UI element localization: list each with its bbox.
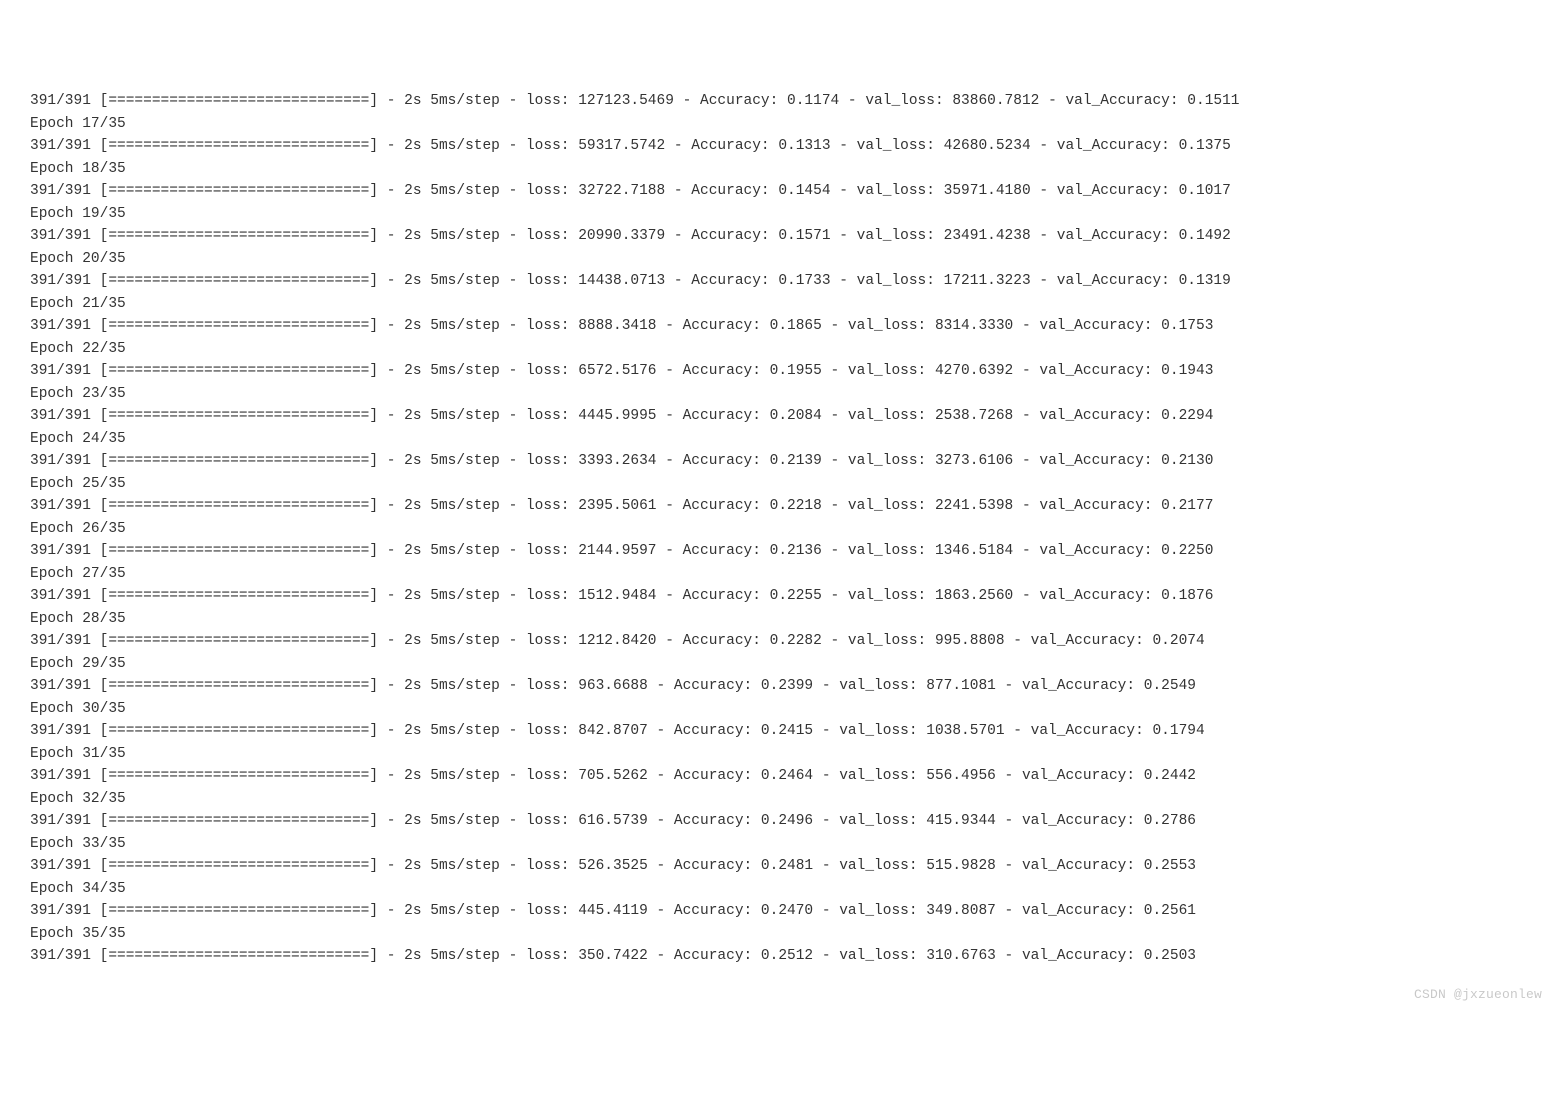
watermark-text: CSDN @jxzueonlew <box>1414 984 1542 1007</box>
training-log-output: 391/391 [==============================]… <box>0 90 1550 968</box>
